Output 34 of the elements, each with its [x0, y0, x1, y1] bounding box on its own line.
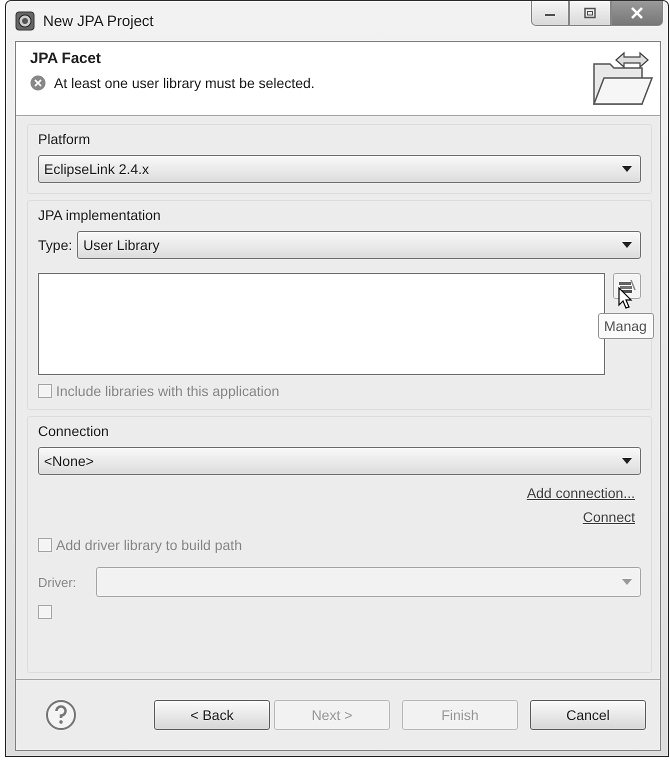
minimize-button[interactable] [531, 1, 569, 26]
connection-link[interactable]: Add connection... [526, 485, 635, 501]
group-label: Platform [38, 131, 92, 147]
type-dropdown[interactable]: User Library [77, 231, 641, 259]
books-icon [618, 278, 636, 294]
error-icon [30, 75, 46, 91]
page-title: JPA Facet [30, 50, 102, 67]
tooltip: Manag [598, 313, 654, 339]
type-label: Type: [38, 237, 72, 253]
window-title: New JPA Project [43, 12, 154, 30]
driver-label: Driver: [38, 574, 76, 590]
manage-libraries-button[interactable] [613, 273, 641, 299]
platform-dropdown[interactable]: EclipseLink 2.4.x [38, 155, 641, 183]
dropdown-arrow-icon [622, 242, 632, 248]
checkbox[interactable] [38, 605, 52, 619]
connection-link[interactable]: Connect [582, 509, 635, 525]
group-label: JPA implementation [38, 207, 162, 223]
group-label: Connection [38, 423, 110, 439]
app-icon [15, 11, 35, 31]
help-icon[interactable] [45, 699, 77, 731]
maximize-icon [583, 7, 597, 19]
error-message: At least one user library must be selected. [54, 75, 315, 91]
close-button[interactable] [611, 1, 663, 26]
dialog-button[interactable]: Cancel [530, 700, 646, 730]
close-icon [629, 7, 645, 19]
mouse-cursor-icon [618, 287, 634, 311]
dropdown-arrow-icon [622, 579, 632, 585]
dropdown-arrow-icon [622, 458, 632, 464]
maximize-button[interactable] [569, 1, 611, 26]
library-list[interactable] [38, 273, 606, 375]
folder-arrows-icon [590, 50, 654, 108]
dialog-button[interactable]: < Back [154, 700, 270, 730]
dropdown-arrow-icon [622, 166, 632, 172]
connection-dropdown[interactable]: <None> [38, 447, 641, 475]
